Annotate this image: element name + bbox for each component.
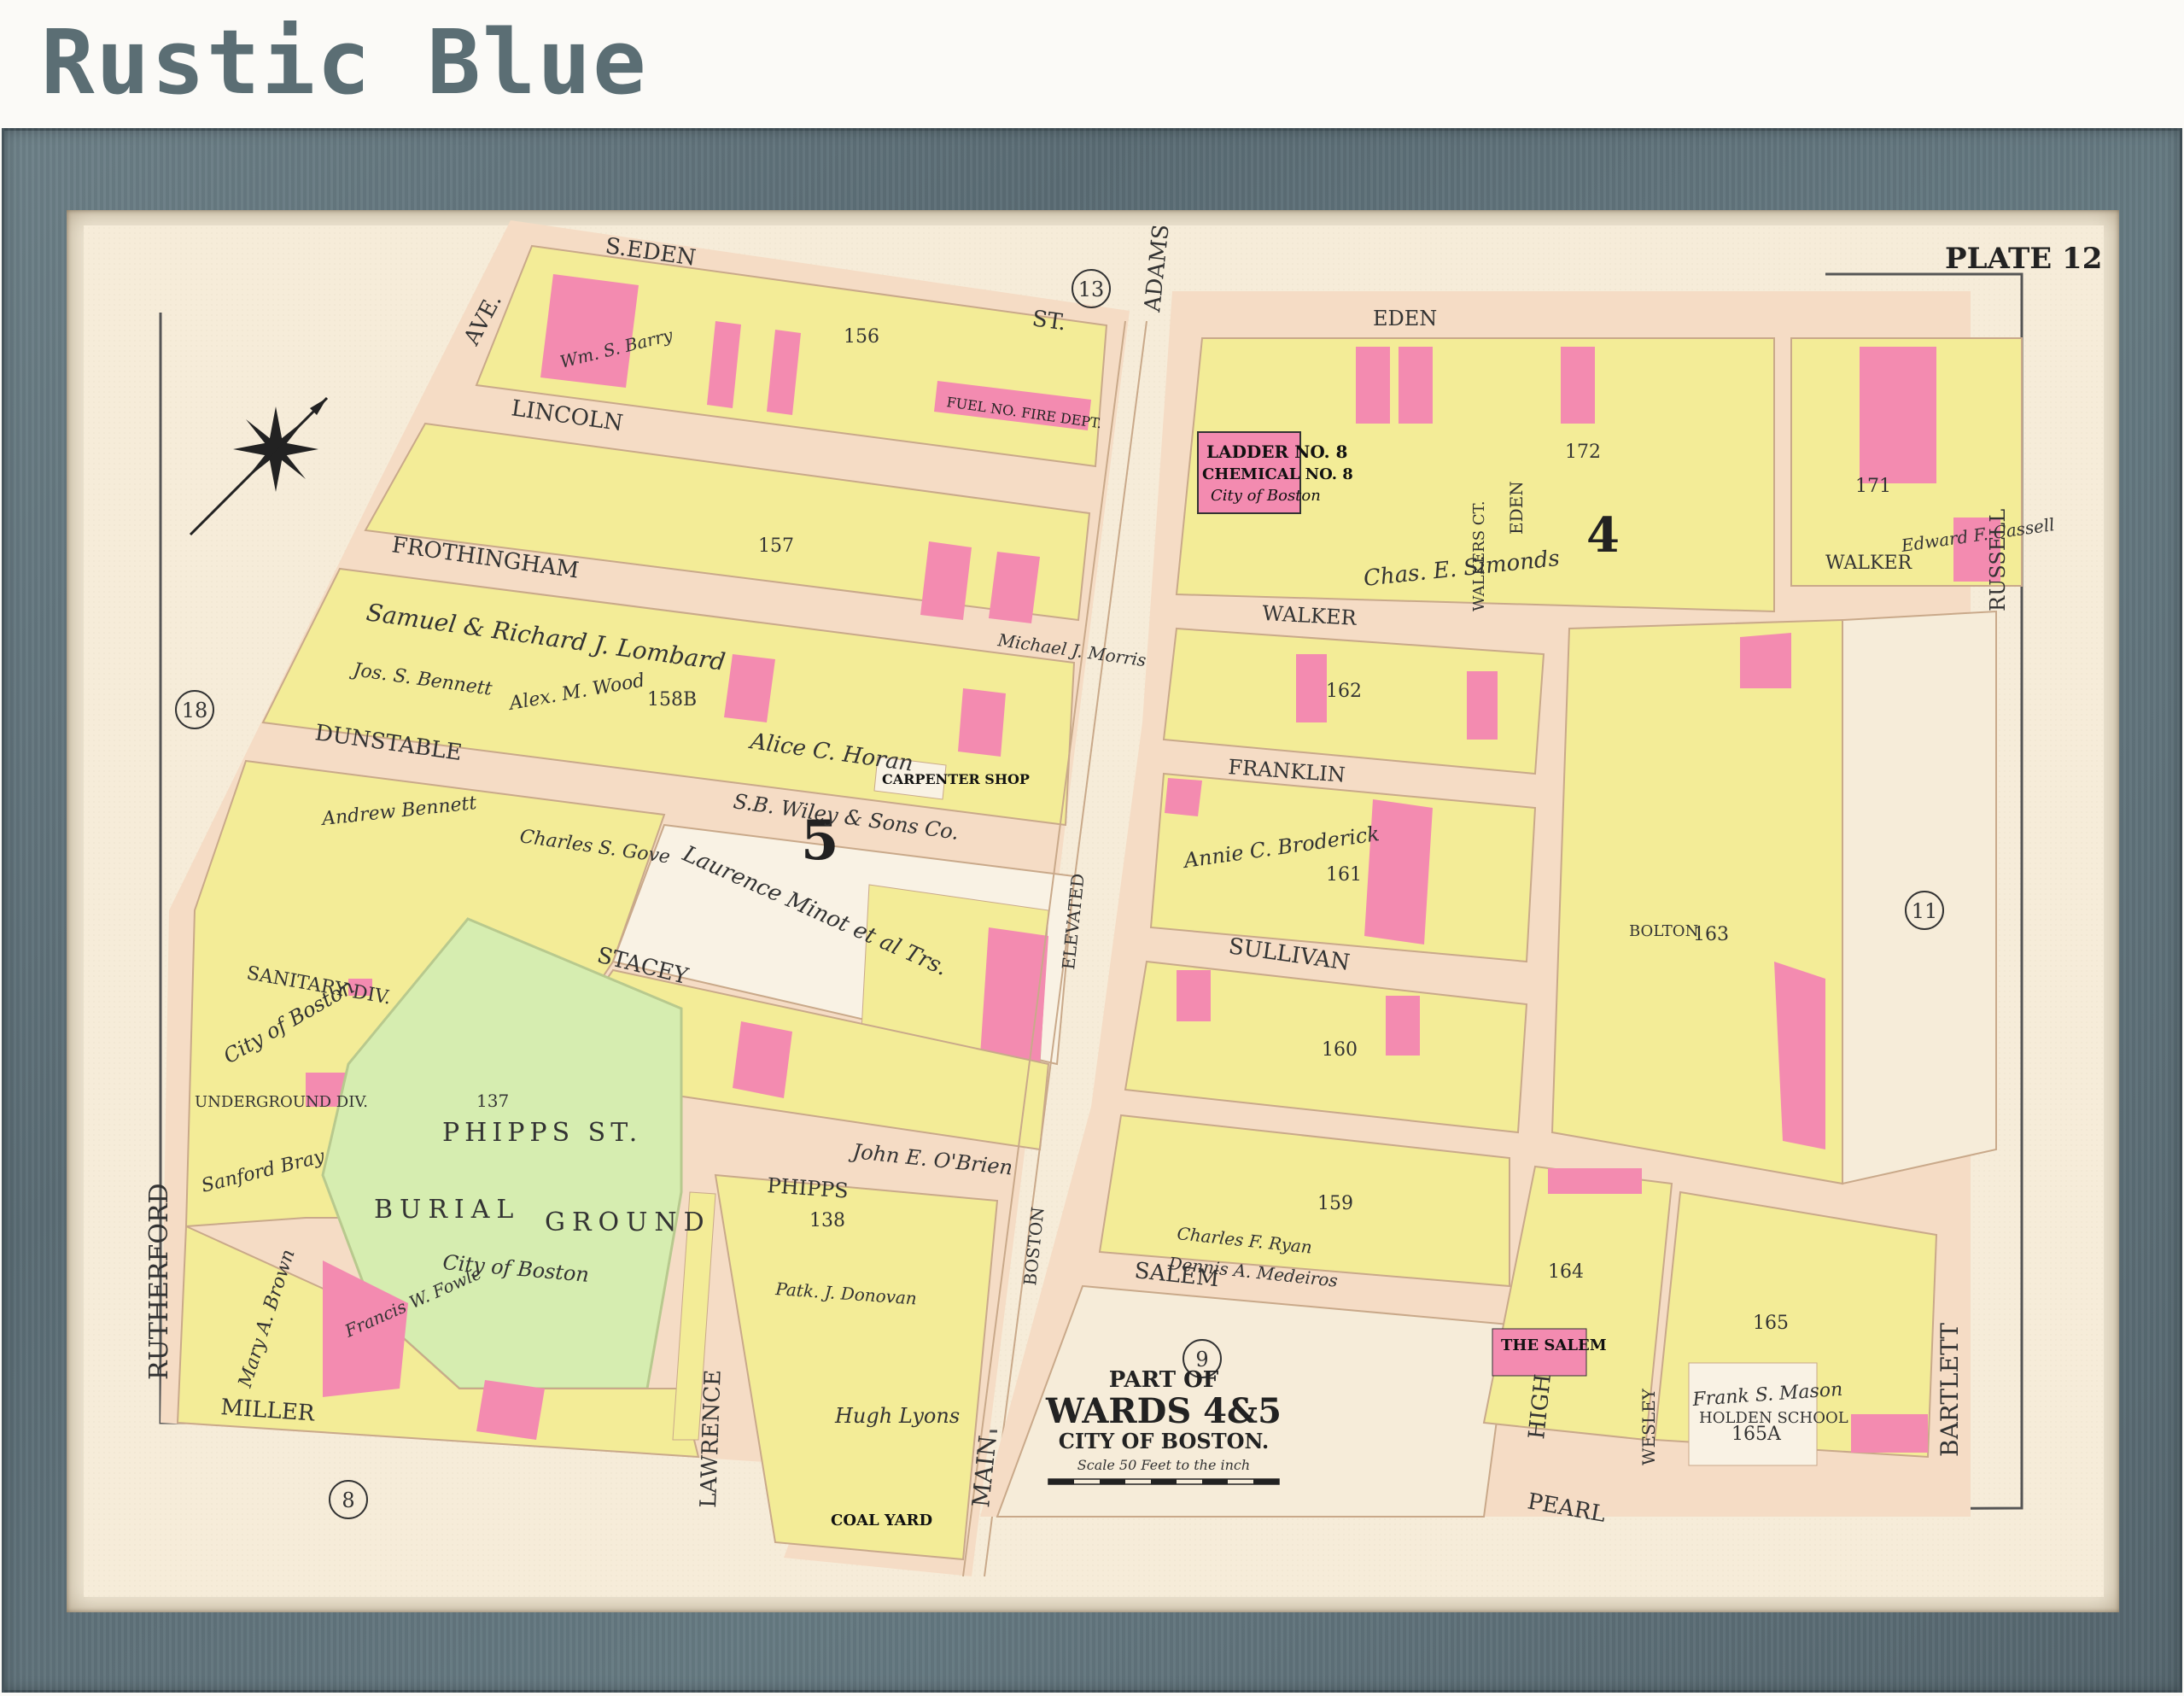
atlas-map: PLATE 12 S.EDEN ST. AVE. LINCOLN FROTHIN… xyxy=(84,220,2104,1597)
burial-label-3: GROUND xyxy=(545,1208,711,1237)
ladder-label-3: City of Boston xyxy=(1211,487,1321,505)
map-scale-text: Scale 50 Feet to the inch xyxy=(1077,1457,1250,1473)
block-number: 158B xyxy=(647,689,697,711)
map-title-wards: WARDS 4&5 xyxy=(1045,1391,1282,1431)
block-number: 137 xyxy=(476,1091,509,1111)
ladder-label-1: LADDER NO. 8 xyxy=(1206,442,1347,462)
block-number: 157 xyxy=(758,535,794,557)
brand-title: Rustic Blue xyxy=(41,10,648,114)
street-rutherford: RUTHERFORD xyxy=(144,1183,174,1380)
ward-number: 8 xyxy=(342,1488,354,1512)
parcel-pink xyxy=(1467,671,1498,740)
picture-frame: PLATE 12 S.EDEN ST. AVE. LINCOLN FROTHIN… xyxy=(2,128,2182,1693)
area-ward-11 xyxy=(1842,610,1997,1185)
block-number: 156 xyxy=(844,326,879,348)
street-lawrence: LAWRENCE xyxy=(696,1369,727,1508)
frame-mat: PLATE 12 S.EDEN ST. AVE. LINCOLN FROTHIN… xyxy=(67,210,2119,1612)
parcel-pink xyxy=(724,654,775,722)
block-number: 159 xyxy=(1317,1193,1353,1214)
block-number: 165 xyxy=(1753,1313,1789,1334)
underground-label: UNDERGROUND DIV. xyxy=(195,1093,368,1111)
street-walker: WALKER xyxy=(1262,601,1358,630)
owner-lyons: Hugh Lyons xyxy=(834,1404,960,1428)
parcel-pink xyxy=(733,1021,792,1098)
parcel-pink xyxy=(1386,996,1420,1056)
parcel-pink xyxy=(920,541,972,620)
ward-number: 13 xyxy=(1078,278,1105,301)
parcel-pink xyxy=(1774,962,1825,1149)
ladder-label-2: CHEMICAL NO. 8 xyxy=(1202,465,1353,483)
coal-yard-label: COAL YARD xyxy=(831,1512,932,1529)
burial-label-2: BURIAL xyxy=(374,1195,520,1225)
burial-label-1: PHIPPS ST. xyxy=(442,1118,642,1148)
street-wesley: WESLEY xyxy=(1638,1388,1659,1465)
street-eden-ave: EDEN xyxy=(1506,481,1527,535)
the-salem-label: THE SALEM xyxy=(1501,1336,1607,1354)
parcel-pink xyxy=(540,274,639,388)
parcel-pink xyxy=(958,688,1006,757)
parcel-pink xyxy=(1177,970,1211,1021)
map-title-part: PART OF xyxy=(1109,1367,1219,1393)
block-number: 164 xyxy=(1548,1261,1584,1283)
parcel-pink xyxy=(476,1380,545,1440)
ward-number: 11 xyxy=(1912,899,1938,923)
street-st-top: ST. xyxy=(1031,306,1067,336)
parcel-pink xyxy=(1356,347,1390,424)
block-number: 163 xyxy=(1693,924,1729,945)
ward-number: 18 xyxy=(182,699,208,722)
block-number: 160 xyxy=(1322,1039,1358,1061)
block-number: 171 xyxy=(1855,476,1891,497)
parcel-pink xyxy=(989,552,1040,623)
map-title-city: CITY OF BOSTON. xyxy=(1059,1429,1269,1453)
street-bartlett: BARTLETT xyxy=(1936,1323,1964,1457)
ward-big-number: 4 xyxy=(1586,507,1620,564)
parcel-pink xyxy=(1296,654,1327,722)
parcel-pink xyxy=(1165,778,1202,816)
street-eden: EDEN xyxy=(1373,307,1437,330)
block-number: 161 xyxy=(1326,864,1362,886)
parcel-pink xyxy=(1860,347,1936,483)
street-bolton: BOLTON xyxy=(1629,922,1698,940)
parcel-pink xyxy=(1364,799,1433,944)
block-number: 138 xyxy=(809,1210,845,1231)
parcel-pink xyxy=(1740,633,1791,688)
parcel-pink xyxy=(1561,347,1595,424)
parcel-pink xyxy=(1548,1168,1642,1194)
parcel-pink xyxy=(1851,1414,1928,1453)
parcel-pink xyxy=(1399,347,1433,424)
plate-number: PLATE 12 xyxy=(1945,242,2102,276)
block-number: 172 xyxy=(1565,442,1601,463)
street-walker-2: WALKER xyxy=(1825,553,1913,574)
holden-school-label: HOLDEN SCHOOL xyxy=(1699,1409,1848,1427)
block-number: 162 xyxy=(1326,681,1362,702)
